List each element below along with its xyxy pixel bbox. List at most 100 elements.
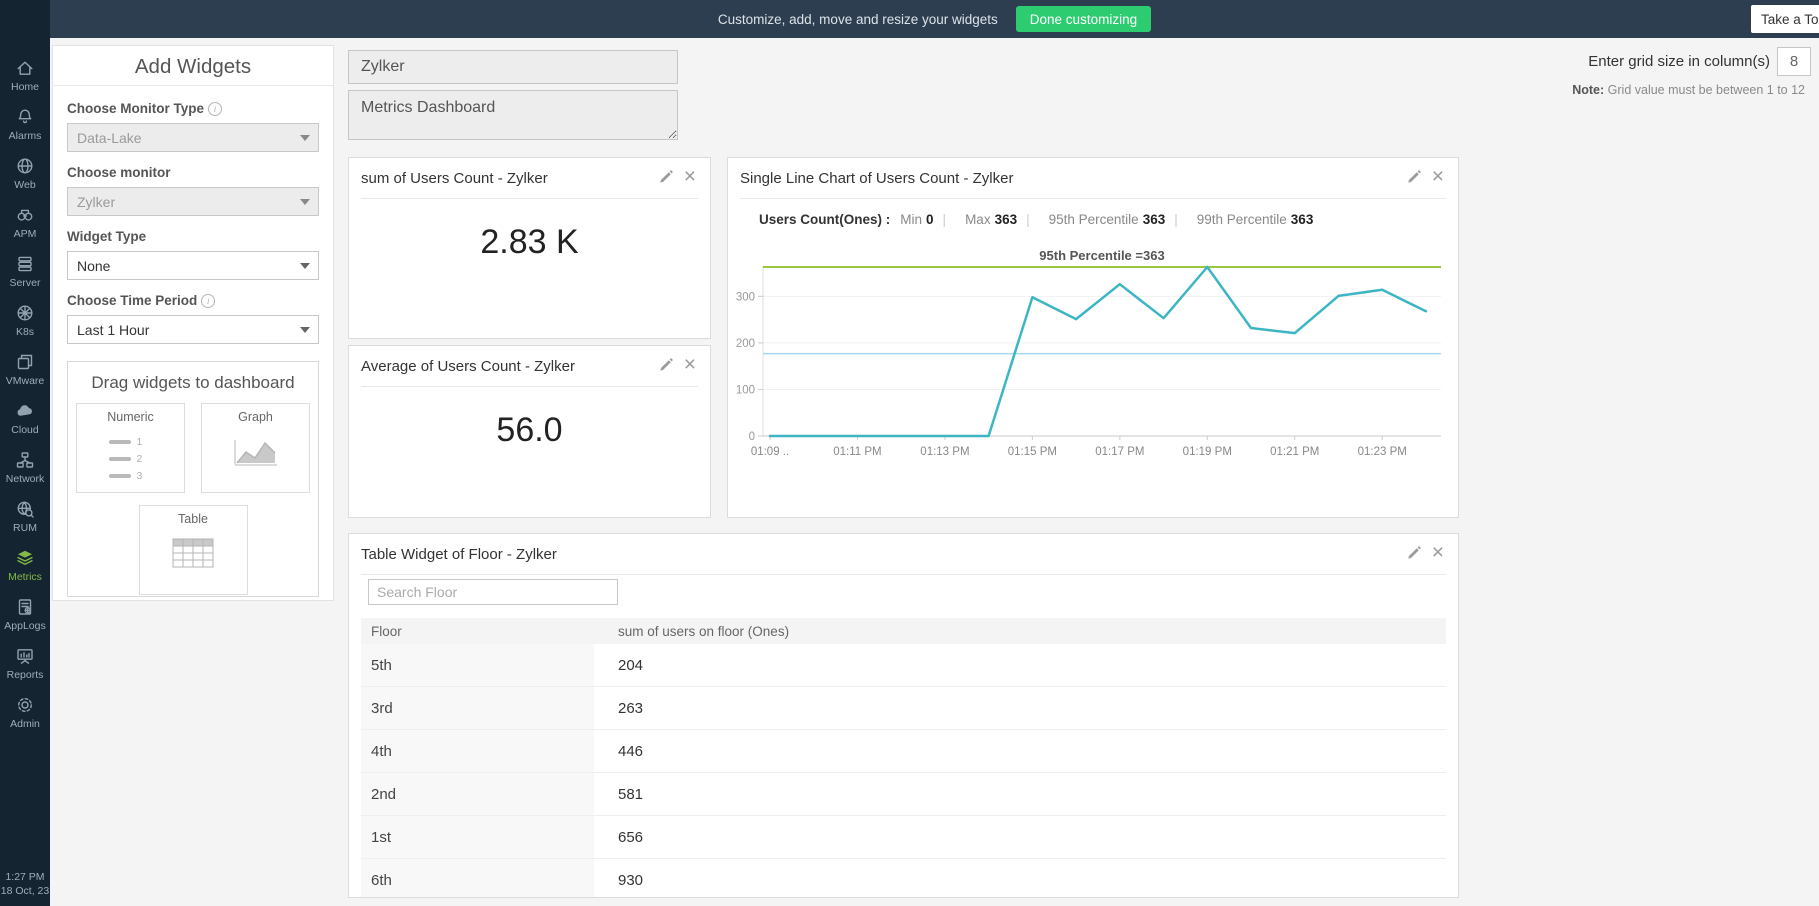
svg-text:01:19 PM: 01:19 PM: [1183, 446, 1232, 458]
time-period-value: Last 1 Hour: [77, 322, 149, 338]
sidebar-item-admin[interactable]: Admin: [0, 687, 50, 736]
svg-text:01:17 PM: 01:17 PM: [1095, 446, 1144, 458]
sum-widget: sum of Users Count - Zylker × 2.83 K: [348, 157, 711, 339]
applogs-icon: [15, 597, 35, 617]
sidebar-item-server[interactable]: Server: [0, 246, 50, 295]
average-widget-title: Average of Users Count - Zylker: [361, 358, 575, 375]
svg-text:01:23 PM: 01:23 PM: [1358, 446, 1407, 458]
drag-widgets-box: Drag widgets to dashboard Numeric 1 2 3 …: [67, 361, 319, 597]
sidebar-item-metrics[interactable]: Metrics: [0, 540, 50, 589]
time-period-label: Choose Time Periodi: [67, 293, 319, 308]
widget-type-label: Widget Type: [67, 229, 319, 244]
admin-icon: [15, 695, 35, 715]
sidebar-item-cloud[interactable]: Cloud: [0, 393, 50, 442]
line-widget-title: Single Line Chart of Users Count - Zylke…: [740, 170, 1013, 187]
sidebar-item-label: Cloud: [0, 424, 50, 436]
numeric-widget-card[interactable]: Numeric 1 2 3: [76, 403, 185, 493]
svg-text:300: 300: [736, 291, 755, 303]
sidebar-item-alarms[interactable]: Alarms: [0, 99, 50, 148]
stat-value: 363: [1291, 212, 1314, 227]
stat-separator: |: [943, 212, 947, 227]
svg-text:01:13 PM: 01:13 PM: [920, 446, 969, 458]
drag-box-title: Drag widgets to dashboard: [68, 373, 318, 393]
done-customizing-button[interactable]: Done customizing: [1016, 6, 1151, 32]
sidebar-item-network[interactable]: Network: [0, 442, 50, 491]
dashboard-description-input[interactable]: Metrics Dashboard: [348, 90, 678, 140]
time-period-select[interactable]: Last 1 Hour: [67, 315, 319, 344]
table-widget-card[interactable]: Table: [139, 505, 248, 595]
network-icon: [15, 450, 35, 470]
graph-widget-card[interactable]: Graph: [201, 403, 310, 493]
grid-size-input[interactable]: [1777, 47, 1811, 76]
note-text: Grid value must be between 1 to 12: [1608, 83, 1805, 97]
search-floor-input[interactable]: [368, 579, 618, 605]
cloud-icon: [15, 401, 35, 421]
info-icon[interactable]: i: [208, 102, 222, 116]
sidebar-item-applogs[interactable]: AppLogs: [0, 589, 50, 638]
sidebar-item-label: K8s: [0, 326, 50, 338]
take-a-tour-button[interactable]: Take a Tour: [1751, 5, 1819, 33]
svg-text:01:21 PM: 01:21 PM: [1270, 446, 1319, 458]
cell-floor: 4th: [361, 730, 594, 772]
edit-icon[interactable]: [1406, 169, 1422, 185]
sidebar-item-web[interactable]: Web: [0, 148, 50, 197]
monitor-type-select[interactable]: Data-Lake: [67, 123, 319, 152]
column-header-sum[interactable]: sum of users on floor (Ones): [594, 624, 789, 639]
table-row: 2nd581: [361, 773, 1446, 816]
note-prefix: Note:: [1572, 83, 1604, 97]
cell-sum: 930: [594, 859, 643, 897]
stat-value: 363: [995, 212, 1018, 227]
k8s-icon: [15, 303, 35, 323]
reports-icon: [15, 646, 35, 666]
caret-down-icon: [300, 199, 310, 205]
web-icon: [15, 156, 35, 176]
sidebar-item-home[interactable]: Home: [0, 50, 50, 99]
card-label-graph: Graph: [202, 410, 309, 424]
info-icon[interactable]: i: [201, 294, 215, 308]
close-icon[interactable]: ×: [1432, 169, 1444, 185]
add-widgets-panel: Add Widgets Choose Monitor TypeiData-Lak…: [52, 45, 334, 601]
vmware-icon: [15, 352, 35, 372]
caret-down-icon: [300, 327, 310, 333]
sidebar-item-reports[interactable]: Reports: [0, 638, 50, 687]
monitor-select[interactable]: Zylker: [67, 187, 319, 216]
svg-text:01:15 PM: 01:15 PM: [1008, 446, 1057, 458]
sidebar-item-k8s[interactable]: K8s: [0, 295, 50, 344]
table-row: 1st656: [361, 816, 1446, 859]
rum-icon: [15, 499, 35, 519]
edit-icon[interactable]: [658, 357, 674, 373]
dashboard-name-input[interactable]: [348, 50, 678, 84]
sidebar-item-label: Server: [0, 277, 50, 289]
table-row: 4th446: [361, 730, 1446, 773]
stat-value: 0: [926, 212, 934, 227]
table-grid-icon: [170, 534, 216, 572]
sidebar-item-rum[interactable]: RUM: [0, 491, 50, 540]
server-icon: [15, 254, 35, 274]
close-icon[interactable]: ×: [684, 357, 696, 373]
sidebar: Home Alarms Web APM Server K8s VMware Cloud Netw…: [0, 0, 50, 906]
svg-text:200: 200: [736, 338, 755, 350]
sidebar-item-label: VMware: [0, 375, 50, 387]
area-chart-icon: [231, 432, 281, 472]
stat-label: Max: [965, 212, 991, 227]
sidebar-item-label: APM: [0, 228, 50, 240]
widget-type-select[interactable]: None: [67, 251, 319, 280]
sidebar-item-apm[interactable]: APM: [0, 197, 50, 246]
close-icon[interactable]: ×: [684, 169, 696, 185]
metrics-icon: [15, 548, 35, 568]
svg-text:0: 0: [749, 431, 755, 443]
clock: 1:27 PM 18 Oct, 23: [0, 870, 50, 898]
edit-icon[interactable]: [658, 169, 674, 185]
line-chart-widget: Single Line Chart of Users Count - Zylke…: [727, 157, 1459, 518]
grid-size-label: Enter grid size in column(s): [1588, 53, 1770, 70]
sidebar-item-label: Network: [0, 473, 50, 485]
line-chart: 010020030095th Percentile =36301:09 ..01…: [728, 244, 1460, 519]
close-icon[interactable]: ×: [1432, 545, 1444, 561]
sidebar-item-vmware[interactable]: VMware: [0, 344, 50, 393]
sum-value: 2.83 K: [349, 223, 710, 262]
edit-icon[interactable]: [1406, 545, 1422, 561]
sidebar-item-label: Alarms: [0, 130, 50, 142]
table-widget-title: Table Widget of Floor - Zylker: [361, 546, 557, 563]
column-header-floor[interactable]: Floor: [361, 624, 594, 639]
svg-text:01:11 PM: 01:11 PM: [833, 446, 881, 458]
